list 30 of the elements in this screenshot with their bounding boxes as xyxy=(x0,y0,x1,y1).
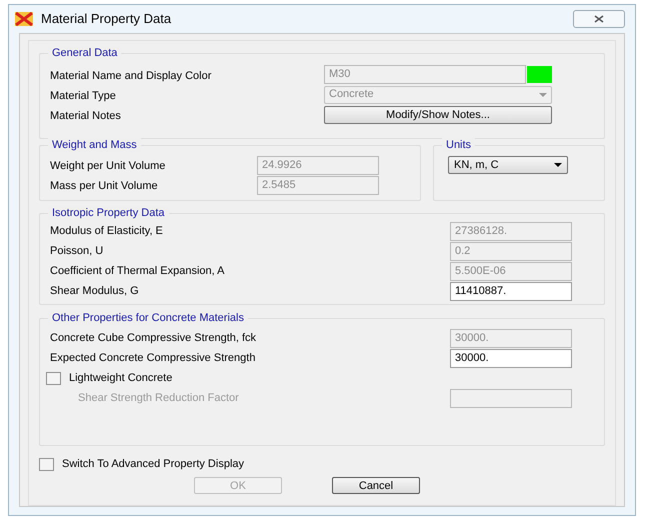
field-label: Shear Modulus, G xyxy=(50,284,139,300)
group-title: Weight and Mass xyxy=(48,138,141,152)
window-title: Material Property Data xyxy=(41,10,172,28)
checkbox[interactable] xyxy=(39,458,54,470)
field-label: Poisson, U xyxy=(50,244,104,260)
field-label: Lightweight Concrete xyxy=(69,371,172,386)
field-label: Mass per Unit Volume xyxy=(50,180,158,192)
field-label: Concrete Cube Compressive Strength, fck xyxy=(50,331,256,346)
field-label: Material Name and Display Color xyxy=(50,70,212,82)
dialog-button[interactable]: Cancel xyxy=(332,477,420,494)
input-field[interactable]: 11410887. xyxy=(450,282,572,301)
field-label: Modulus of Elasticity, E xyxy=(50,224,163,240)
close-icon xyxy=(594,15,604,23)
group-title: Other Properties for Concrete Materials xyxy=(48,311,248,325)
group-title: Isotropic Property Data xyxy=(48,206,168,220)
field-label: Expected Concrete Compressive Strength xyxy=(50,351,256,366)
field-label: Material Notes xyxy=(50,110,121,122)
app-logo-icon xyxy=(15,12,33,26)
field-label: Weight per Unit Volume xyxy=(50,160,166,172)
notes-button[interactable]: Modify/Show Notes... xyxy=(324,106,552,124)
field-label: Coefficient of Thermal Expansion, A xyxy=(50,264,224,280)
dropdown-arrow-icon xyxy=(539,92,547,96)
input-field[interactable]: 30000. xyxy=(450,349,572,368)
checkbox[interactable] xyxy=(46,372,61,385)
dropdown-arrow-icon xyxy=(554,163,562,167)
field-label: Shear Strength Reduction Factor xyxy=(78,391,239,406)
field-label: Switch To Advanced Property Display xyxy=(62,456,244,472)
close-button[interactable] xyxy=(573,10,625,28)
units-dropdown[interactable]: KN, m, C xyxy=(448,156,568,174)
field-label: Material Type xyxy=(50,90,116,102)
